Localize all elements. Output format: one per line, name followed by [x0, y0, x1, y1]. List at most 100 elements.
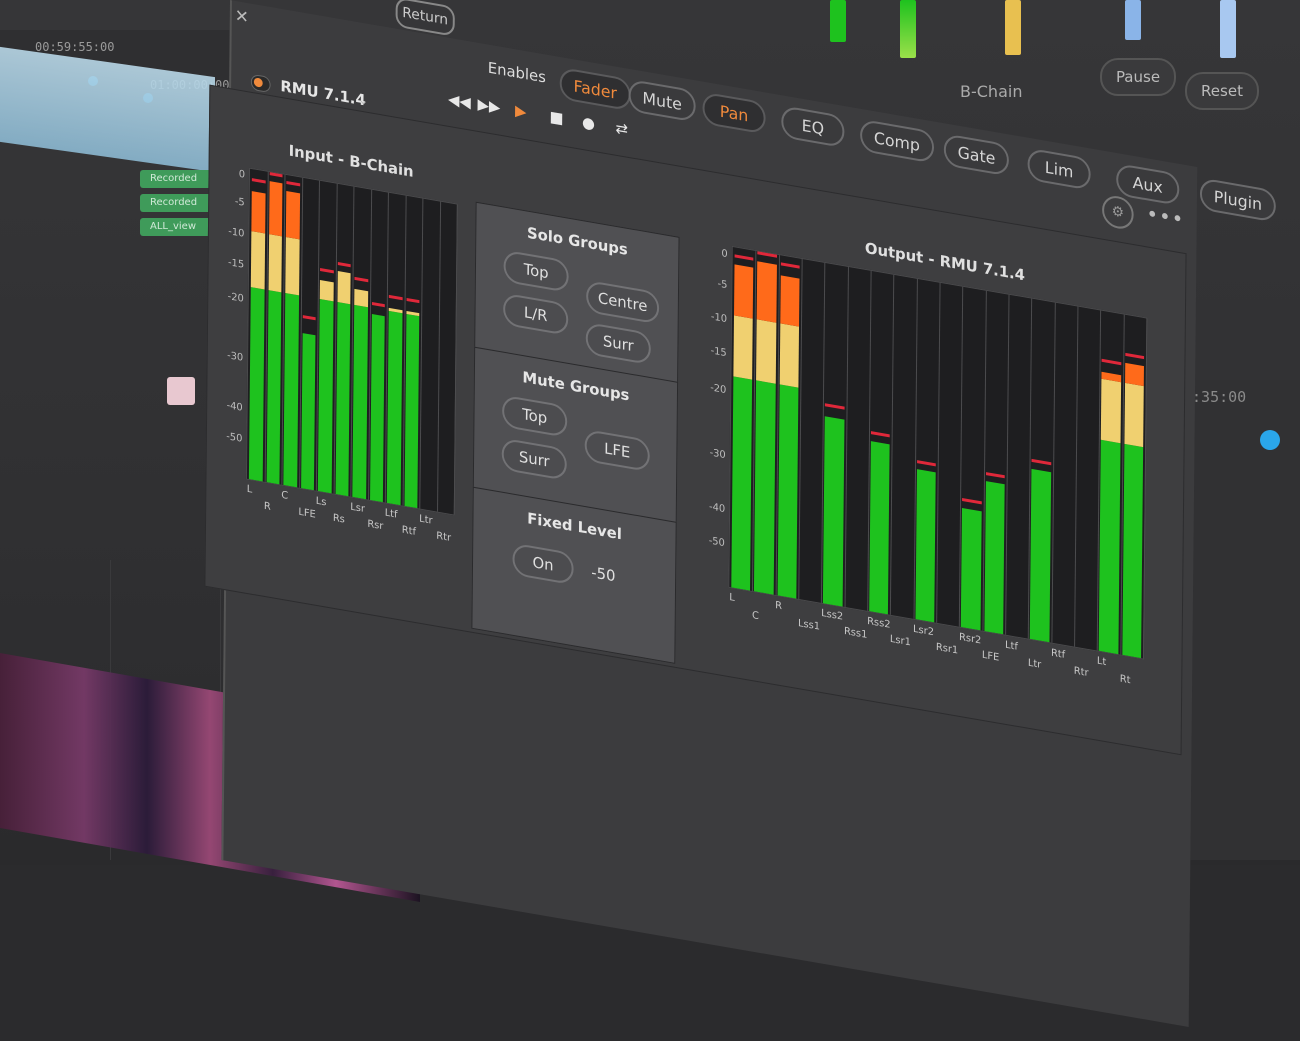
meter-segment [251, 190, 266, 234]
meter-segment [300, 333, 316, 491]
solo-top-button[interactable]: Top [503, 249, 569, 293]
reset-button[interactable]: Reset [1185, 72, 1259, 110]
meter-bar-lsr2 [915, 469, 936, 623]
mini-meter [1220, 0, 1236, 58]
mini-meter [830, 0, 846, 42]
meter-column-divider [1005, 294, 1010, 635]
peak-hold-line [251, 178, 266, 184]
meter-segment [734, 264, 754, 319]
meter-segment [869, 441, 890, 615]
meter-segment [779, 275, 800, 327]
peak-hold-line [371, 301, 385, 307]
channel-label: R [263, 500, 271, 513]
peak-hold-line [962, 498, 982, 505]
timecode-left: 00:59:55:00 [35, 40, 115, 54]
meter-bar-c [754, 261, 777, 595]
meter-bar-rs [335, 270, 351, 497]
channel-label: Lt [1096, 655, 1107, 669]
meter-segment [317, 298, 334, 494]
meter-bar-l [248, 190, 266, 482]
meter-column-divider [1051, 302, 1056, 643]
channel-label: C [751, 610, 759, 623]
meter-segment [268, 234, 282, 293]
fixed-level-value: -50 [591, 563, 616, 586]
meter-segment [1030, 468, 1051, 643]
timeline-clip[interactable]: Recorded [140, 170, 212, 188]
channel-label: Rsr1 [935, 641, 959, 657]
meter-scale-tick: -20 [227, 291, 244, 306]
meter-scale-tick: -40 [226, 399, 243, 414]
plugin-window: ✕ Return Enables Fader Mute Pan EQ Comp Gate L… [204, 0, 1276, 1030]
meter-segment [404, 313, 420, 509]
meter-bar-lss2 [823, 416, 845, 607]
marker-dot[interactable] [1260, 430, 1280, 450]
meter-bar-r [266, 181, 283, 485]
meter-column-divider [890, 274, 895, 615]
input-meter [245, 167, 458, 516]
peak-hold-line [337, 261, 351, 267]
meter-segment [1124, 382, 1144, 448]
pause-button[interactable]: Pause [1100, 58, 1176, 96]
peak-hold-line [320, 267, 334, 274]
fixed-level-on-button[interactable]: On [512, 542, 574, 586]
meter-scale-tick: -30 [227, 350, 244, 365]
meter-segment [266, 289, 282, 485]
peak-hold-line [780, 262, 800, 269]
meter-segment [283, 292, 299, 488]
peak-hold-line [825, 403, 845, 410]
timeline-clip[interactable]: Recorded [140, 194, 212, 212]
channel-label: Ltr [419, 513, 433, 527]
mute-surr-button[interactable]: Surr [501, 437, 567, 481]
meter-bar-r [777, 275, 800, 599]
meter-scale-tick: -15 [227, 257, 245, 272]
channel-label: Rtf [1050, 647, 1066, 662]
meter-segment [915, 469, 936, 623]
meter-bar-c [283, 190, 300, 488]
mute-top-button[interactable]: Top [502, 394, 568, 438]
mini-meter [900, 0, 916, 58]
channel-label: Lsr1 [889, 633, 911, 649]
mixer-strip: B-Chain Pause Reset [620, 0, 1300, 110]
timeline-marker[interactable] [167, 377, 195, 405]
meter-bar-rsr [369, 313, 385, 503]
peak-hold-line [985, 471, 1005, 478]
timeline-clip[interactable]: ALL_view [140, 218, 212, 236]
meter-column-divider [1074, 306, 1079, 647]
channel-label: Lsr2 [913, 623, 935, 639]
channel-label: Rs [332, 512, 345, 526]
meter-segment [285, 237, 300, 296]
channel-label: Rss2 [867, 615, 891, 631]
peak-hold-line [406, 298, 420, 304]
meter-bar-lfe [984, 481, 1005, 635]
mini-meter [1005, 0, 1021, 55]
meter-bar-ls [317, 280, 334, 494]
meter-bar-ltf [386, 307, 403, 506]
channel-label: Rss1 [843, 625, 868, 641]
solo-surr-button[interactable]: Surr [585, 321, 651, 366]
power-toggle-icon[interactable] [250, 73, 271, 94]
channel-label: Ltr [1027, 657, 1042, 671]
meter-column-divider [436, 201, 441, 512]
close-icon[interactable]: ✕ [235, 6, 249, 28]
meter-bar-ltr [1030, 468, 1051, 643]
meter-scale-tick: 0 [721, 248, 728, 261]
solo-centre-button[interactable]: Centre [586, 279, 660, 325]
meter-bar-rss2 [869, 441, 890, 615]
meter-bar-lsr [352, 289, 368, 500]
output-meter [728, 245, 1148, 660]
meter-scale-tick: -20 [710, 382, 727, 397]
meter-segment [731, 376, 753, 591]
channel-label: LFE [981, 649, 1000, 664]
channel-label: Ls [315, 495, 327, 509]
channel-label: C [281, 489, 289, 502]
chevron-down-icon[interactable]: ⌄ [358, 92, 368, 108]
meter-scale-tick: -5 [717, 278, 728, 291]
solo-lr-button[interactable]: L/R [503, 292, 569, 336]
mute-lfe-button[interactable]: LFE [584, 428, 650, 473]
peak-hold-line [388, 295, 403, 301]
channel-label: Rsr2 [958, 631, 982, 647]
meter-scale-tick: -15 [710, 345, 727, 359]
meter-segment [823, 416, 845, 607]
peak-hold-line [1124, 352, 1145, 359]
peak-hold-line [870, 431, 891, 438]
